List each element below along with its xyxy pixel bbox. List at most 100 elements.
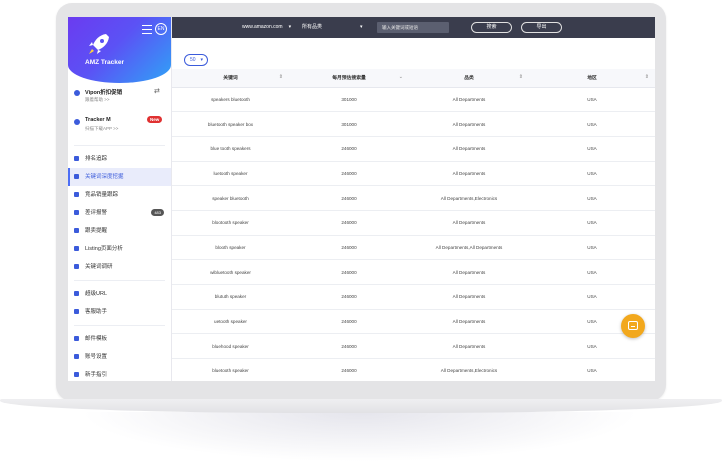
- table-cell: 246000: [289, 136, 409, 162]
- table-cell: uetooth speaker: [172, 309, 289, 335]
- table-row[interactable]: blootooth speaker 246000 All Departments US…: [172, 210, 655, 236]
- sidebar-item-label: 新手指引: [85, 372, 108, 378]
- domain-value: www.amazon.com: [242, 24, 283, 30]
- table-cell: All Departments: [409, 333, 529, 360]
- sidebar-item[interactable]: Listing页面分析: [68, 240, 171, 258]
- table-cell: USA: [529, 185, 655, 211]
- table-cell: blootooth speaker: [172, 210, 289, 236]
- promo-sub[interactable]: 跟着帮助 >>: [85, 97, 110, 103]
- table-cell: All Departments: [409, 284, 529, 310]
- table-cell: USA: [529, 358, 655, 381]
- promo-sub[interactable]: 扫描下载APP >>: [85, 126, 118, 132]
- brand-name: AMZ Tracker: [85, 59, 125, 66]
- sidebar: AMZ Tracker EN Vipon折扣促销 跟着帮助 >> ⇄ Track…: [68, 17, 172, 381]
- category-select[interactable]: 所有品类 ▾: [302, 22, 363, 33]
- sidebar-item[interactable]: 关键词深度挖掘: [68, 168, 171, 186]
- sort-icon[interactable]: ⇕: [279, 74, 283, 80]
- table-row[interactable]: bluehood speaker 246000 All Departments USA: [172, 333, 655, 360]
- screen: AMZ Tracker EN Vipon折扣促销 跟着帮助 >> ⇄ Track…: [68, 17, 655, 381]
- menu-icon[interactable]: [142, 25, 152, 34]
- column-header[interactable]: 地区 ⇕: [529, 69, 655, 88]
- sidebar-item-label: 竞品销量跟踪: [85, 192, 119, 198]
- table-row[interactable]: wibluetooth speaker 246000 All Departments…: [172, 259, 655, 285]
- list-icon: [74, 228, 79, 233]
- search-button[interactable]: 搜索: [471, 22, 512, 33]
- table-cell: bluetooth speaker box: [172, 111, 289, 137]
- sidebar-item[interactable]: 超级URL: [68, 285, 171, 303]
- table-cell: All Departments: [409, 87, 529, 113]
- table-cell: USA: [529, 210, 655, 236]
- table-row[interactable]: luetooth speaker 246000 All Departments USA: [172, 161, 655, 187]
- table-cell: USA: [529, 259, 655, 285]
- table-row[interactable]: blututh speaker 246000 All Departments USA: [172, 284, 655, 310]
- table-cell: blututh speaker: [172, 284, 289, 310]
- sidebar-item-label: 邮件模板: [85, 336, 108, 342]
- table-cell: USA: [529, 136, 655, 162]
- bar-chart-icon: [74, 156, 79, 161]
- wrench-icon: [74, 354, 79, 359]
- divider: [74, 325, 165, 326]
- sidebar-item[interactable]: 差评报警 483: [68, 204, 171, 222]
- shuffle-icon: [74, 291, 79, 296]
- column-header[interactable]: 品类 ⇕: [409, 69, 529, 88]
- table-cell: All Departments,Electronics: [409, 185, 529, 211]
- table-cell: All Departments: [409, 111, 529, 137]
- page-size-value: 50: [190, 57, 196, 63]
- table-cell: 301000: [289, 87, 409, 113]
- table-cell: 246000: [289, 259, 409, 285]
- sidebar-item[interactable]: 新手指引: [68, 366, 171, 381]
- page: AMZ Tracker EN Vipon折扣促销 跟着帮助 >> ⇄ Track…: [0, 0, 722, 474]
- export-button[interactable]: 导出: [521, 22, 562, 33]
- sidebar-item[interactable]: 竞品销量跟踪: [68, 186, 171, 204]
- table-cell: All Departments: [409, 136, 529, 162]
- table-cell: USA: [529, 111, 655, 137]
- sidebar-item-label: 关键词调研: [85, 264, 113, 270]
- table-cell: All Departments: [409, 161, 529, 187]
- chat-icon: [628, 321, 638, 330]
- table-cell: All Departments,All Departments: [409, 235, 529, 261]
- nav-group-tools: 排名追踪关键词深度挖掘竞品销量跟踪差评报警 483 跟卖提醒 Listing页面分析关…: [68, 150, 171, 276]
- sidebar-item[interactable]: 邮件模板: [68, 330, 171, 348]
- table-cell: All Departments,Electronics: [409, 358, 529, 381]
- sidebar-item[interactable]: 跟卖提醒: [68, 222, 171, 240]
- sidebar-item[interactable]: 关键词调研: [68, 258, 171, 276]
- page-size-select[interactable]: 50 ▾: [184, 54, 208, 66]
- rocket-icon: [89, 34, 109, 54]
- table-row[interactable]: speakers bluetooth 301000 All Departments U…: [172, 87, 655, 113]
- promo-vipon[interactable]: Vipon折扣促销 跟着帮助 >> ⇄: [68, 83, 171, 112]
- sidebar-item-label: 差评报警: [85, 210, 108, 216]
- swap-icon[interactable]: ⇄: [154, 87, 160, 95]
- sidebar-item[interactable]: 排名追踪: [68, 150, 171, 168]
- laptop-base: [0, 399, 722, 413]
- table-row[interactable]: uetooth speaker 246000 All Departments USA: [172, 309, 655, 335]
- column-header[interactable]: 关键词 ⇕: [172, 69, 289, 88]
- sort-icon[interactable]: ⇕: [645, 74, 649, 80]
- table-cell: 301000: [289, 111, 409, 137]
- column-header-label: 地区: [587, 76, 597, 82]
- table-row[interactable]: blooth speaker 246000 All Departments,All …: [172, 235, 655, 261]
- nav-group-extras: 超级URL 客服助手: [68, 285, 171, 321]
- chat-button[interactable]: [621, 314, 645, 338]
- sidebar-item[interactable]: 客服助手: [68, 303, 171, 321]
- sidebar-item-label: 排名追踪: [85, 156, 108, 162]
- table-row[interactable]: bluetooth speaker box 301000 All Departmen…: [172, 111, 655, 137]
- table-row[interactable]: speaker bluetooth 246000 All Departments,E…: [172, 185, 655, 211]
- sort-icon[interactable]: ⇕: [519, 74, 523, 80]
- top-bar: www.amazon.com ▾ 所有品类 ▾ 输入关键词或短语 搜索 导出: [172, 17, 655, 38]
- table-row[interactable]: bluetooth speaker 246000 All Departments,E…: [172, 358, 655, 381]
- sort-icon[interactable]: ⌄: [399, 74, 403, 80]
- sidebar-header: AMZ Tracker EN: [68, 17, 171, 83]
- table-cell: 246000: [289, 309, 409, 335]
- table-cell: blooth speaker: [172, 235, 289, 261]
- language-toggle[interactable]: EN: [155, 23, 167, 35]
- table-row[interactable]: blue tooth speakers 246000 All Departments…: [172, 136, 655, 162]
- column-header[interactable]: 每月预估搜索量 ⌄: [289, 69, 409, 88]
- heart-icon: [74, 210, 79, 215]
- keyword-search-input[interactable]: 输入关键词或短语: [377, 22, 449, 33]
- table-cell: bluetooth speaker: [172, 358, 289, 381]
- keyword-table: 关键词 ⇕ 每月预估搜索量 ⌄ 品类 ⇕ 地区 ⇕ speakers bluetooth 301…: [172, 69, 655, 381]
- domain-select[interactable]: www.amazon.com ▾: [242, 22, 291, 33]
- promo-tracker-m[interactable]: Tracker M 扫描下载APP >> New: [68, 112, 171, 141]
- table-cell: USA: [529, 87, 655, 113]
- sidebar-item[interactable]: 账号设置: [68, 348, 171, 366]
